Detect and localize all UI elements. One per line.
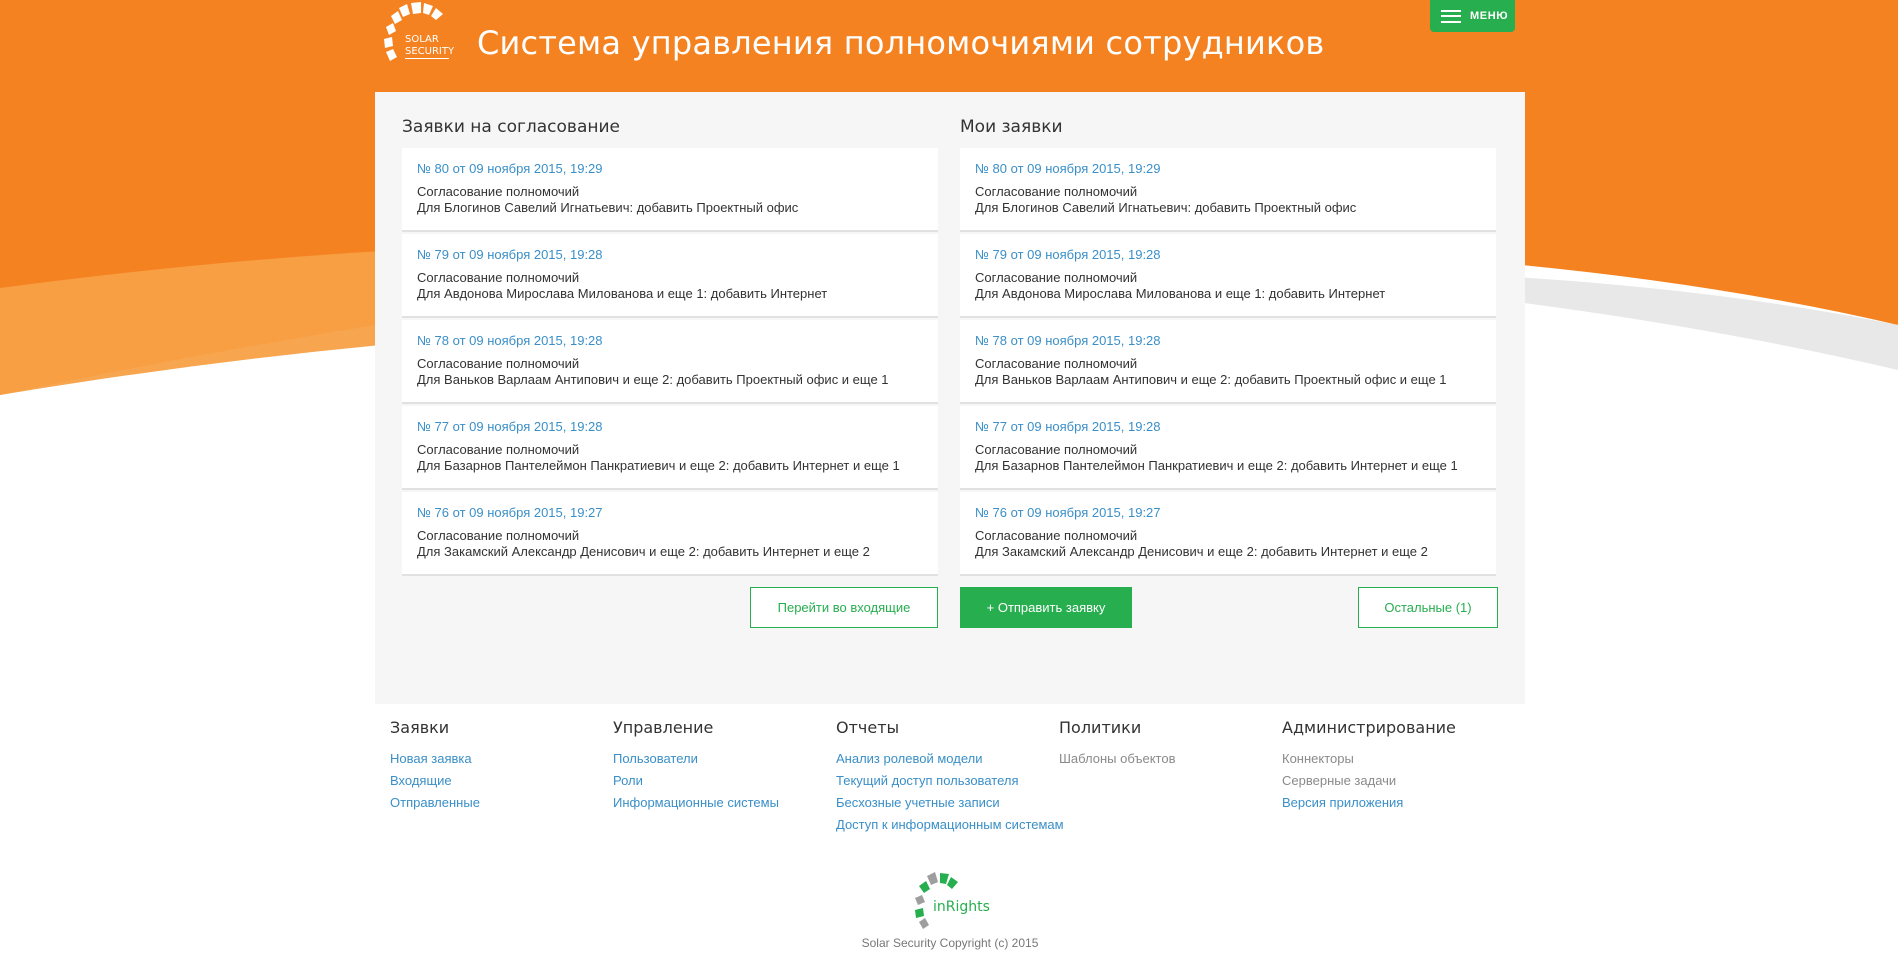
approvals-list: № 80 от 09 ноября 2015, 19:29 Согласован… xyxy=(402,148,938,578)
request-type: Согласование полномочий xyxy=(417,528,580,543)
request-description: Для Ваньков Варлаам Антипович и еще 2: д… xyxy=(975,372,1447,387)
footer-col-title: Заявки xyxy=(390,718,450,737)
request-type: Согласование полномочий xyxy=(975,270,1138,285)
footer-col-administration: Администрирование Коннекторы Серверные з… xyxy=(1282,718,1502,814)
request-description: Для Закамский Александр Денисович и еще … xyxy=(417,544,870,559)
request-description: Для Закамский Александр Денисович и еще … xyxy=(975,544,1428,559)
request-description: Для Авдонова Мирослава Милованова и еще … xyxy=(417,286,828,301)
request-type: Согласование полномочий xyxy=(975,184,1138,199)
request-link[interactable]: № 80 от 09 ноября 2015, 19:29 xyxy=(417,161,923,177)
request-type: Согласование полномочий xyxy=(975,442,1138,457)
header: SOLAR SECURITY Система управления полном… xyxy=(375,0,1525,92)
request-card[interactable]: № 80 от 09 ноября 2015, 19:29 Согласован… xyxy=(402,148,938,232)
request-description: Для Блогинов Савелий Игнатьевич: добавит… xyxy=(975,200,1357,215)
request-type: Согласование полномочий xyxy=(417,184,580,199)
svg-text:inRights: inRights xyxy=(933,899,990,915)
request-card[interactable]: № 78 от 09 ноября 2015, 19:28 Согласован… xyxy=(960,320,1496,404)
footer-link-role-model-analysis[interactable]: Анализ ролевой модели xyxy=(836,748,1056,770)
footer-col-title: Управление xyxy=(613,718,714,737)
hamburger-icon xyxy=(1441,9,1461,23)
request-type: Согласование полномочий xyxy=(417,270,580,285)
request-card[interactable]: № 78 от 09 ноября 2015, 19:28 Согласован… xyxy=(402,320,938,404)
main-panel: Заявки на согласование № 80 от 09 ноября… xyxy=(375,92,1525,704)
footer-link-orphan-accounts[interactable]: Бесхозные учетные записи xyxy=(836,792,1056,814)
request-card[interactable]: № 76 от 09 ноября 2015, 19:27 Согласован… xyxy=(402,492,938,576)
footer-link-info-systems[interactable]: Информационные системы xyxy=(613,792,833,814)
footer-nav: Заявки Новая заявка Входящие Отправленны… xyxy=(390,718,1520,838)
footer-link-current-user-access[interactable]: Текущий доступ пользователя xyxy=(836,770,1056,792)
request-card[interactable]: № 77 от 09 ноября 2015, 19:28 Согласован… xyxy=(402,406,938,490)
footer-link-connectors[interactable]: Коннекторы xyxy=(1282,748,1502,770)
request-card[interactable]: № 77 от 09 ноября 2015, 19:28 Согласован… xyxy=(960,406,1496,490)
go-to-inbox-button[interactable]: Перейти во входящие xyxy=(750,587,938,628)
request-type: Согласование полномочий xyxy=(975,528,1138,543)
my-requests-title: Мои заявки xyxy=(960,117,1063,137)
footer-link-server-tasks[interactable]: Серверные задачи xyxy=(1282,770,1502,792)
approvals-title: Заявки на согласование xyxy=(402,117,620,137)
request-description: Для Базарнов Пантелеймон Панкратиевич и … xyxy=(975,458,1458,473)
footer-link-sent[interactable]: Отправленные xyxy=(390,792,610,814)
request-card[interactable]: № 80 от 09 ноября 2015, 19:29 Согласован… xyxy=(960,148,1496,232)
menu-label: МЕНЮ xyxy=(1470,10,1509,22)
footer-col-title: Администрирование xyxy=(1282,718,1456,737)
request-description: Для Блогинов Савелий Игнатьевич: добавит… xyxy=(417,200,799,215)
inrights-logo: inRights xyxy=(915,872,990,929)
request-link[interactable]: № 78 от 09 ноября 2015, 19:28 xyxy=(417,333,923,349)
footer-link-info-system-access[interactable]: Доступ к информационным системам xyxy=(836,814,1064,836)
footer-link-object-templates[interactable]: Шаблоны объектов xyxy=(1059,748,1279,770)
request-link[interactable]: № 79 от 09 ноября 2015, 19:28 xyxy=(417,247,923,263)
footer-col-title: Политики xyxy=(1059,718,1142,737)
footer-col-requests: Заявки Новая заявка Входящие Отправленны… xyxy=(390,718,610,814)
request-description: Для Авдонова Мирослава Милованова и еще … xyxy=(975,286,1386,301)
request-card[interactable]: № 79 от 09 ноября 2015, 19:28 Согласован… xyxy=(402,234,938,318)
copyright: Solar Security Copyright (c) 2015 xyxy=(861,936,1039,950)
footer-col-management: Управление Пользователи Роли Информацион… xyxy=(613,718,833,814)
footer-link-inbox[interactable]: Входящие xyxy=(390,770,610,792)
footer-link-roles[interactable]: Роли xyxy=(613,770,833,792)
menu-button[interactable]: МЕНЮ xyxy=(1430,0,1515,32)
request-link[interactable]: № 77 от 09 ноября 2015, 19:28 xyxy=(975,419,1481,435)
request-description: Для Базарнов Пантелеймон Панкратиевич и … xyxy=(417,458,900,473)
others-button[interactable]: Остальные (1) xyxy=(1358,587,1498,628)
my-requests-list: № 80 от 09 ноября 2015, 19:29 Согласован… xyxy=(960,148,1496,578)
footer-col-policies: Политики Шаблоны объектов xyxy=(1059,718,1279,770)
svg-text:SOLAR: SOLAR xyxy=(405,34,439,45)
request-link[interactable]: № 78 от 09 ноября 2015, 19:28 xyxy=(975,333,1481,349)
request-link[interactable]: № 80 от 09 ноября 2015, 19:29 xyxy=(975,161,1481,177)
request-link[interactable]: № 77 от 09 ноября 2015, 19:28 xyxy=(417,419,923,435)
request-card[interactable]: № 79 от 09 ноября 2015, 19:28 Согласован… xyxy=(960,234,1496,318)
solar-security-logo[interactable]: SOLAR SECURITY xyxy=(381,2,461,78)
send-request-button[interactable]: + Отправить заявку xyxy=(960,587,1132,628)
request-link[interactable]: № 76 от 09 ноября 2015, 19:27 xyxy=(417,505,923,521)
request-type: Согласование полномочий xyxy=(417,356,580,371)
page-title: Система управления полномочиями сотрудни… xyxy=(477,24,1325,62)
page-container: SOLAR SECURITY Система управления полном… xyxy=(375,0,1525,950)
footer-link-new-request[interactable]: Новая заявка xyxy=(390,748,610,770)
request-link[interactable]: № 76 от 09 ноября 2015, 19:27 xyxy=(975,505,1481,521)
footer-col-title: Отчеты xyxy=(836,718,900,737)
request-type: Согласование полномочий xyxy=(417,442,580,457)
request-link[interactable]: № 79 от 09 ноября 2015, 19:28 xyxy=(975,247,1481,263)
request-description: Для Ваньков Варлаам Антипович и еще 2: д… xyxy=(417,372,889,387)
footer-col-reports: Отчеты Анализ ролевой модели Текущий дос… xyxy=(836,718,1064,836)
svg-text:SECURITY: SECURITY xyxy=(405,46,455,57)
request-type: Согласование полномочий xyxy=(975,356,1138,371)
footer-link-users[interactable]: Пользователи xyxy=(613,748,833,770)
footer-link-app-version[interactable]: Версия приложения xyxy=(1282,792,1502,814)
request-card[interactable]: № 76 от 09 ноября 2015, 19:27 Согласован… xyxy=(960,492,1496,576)
